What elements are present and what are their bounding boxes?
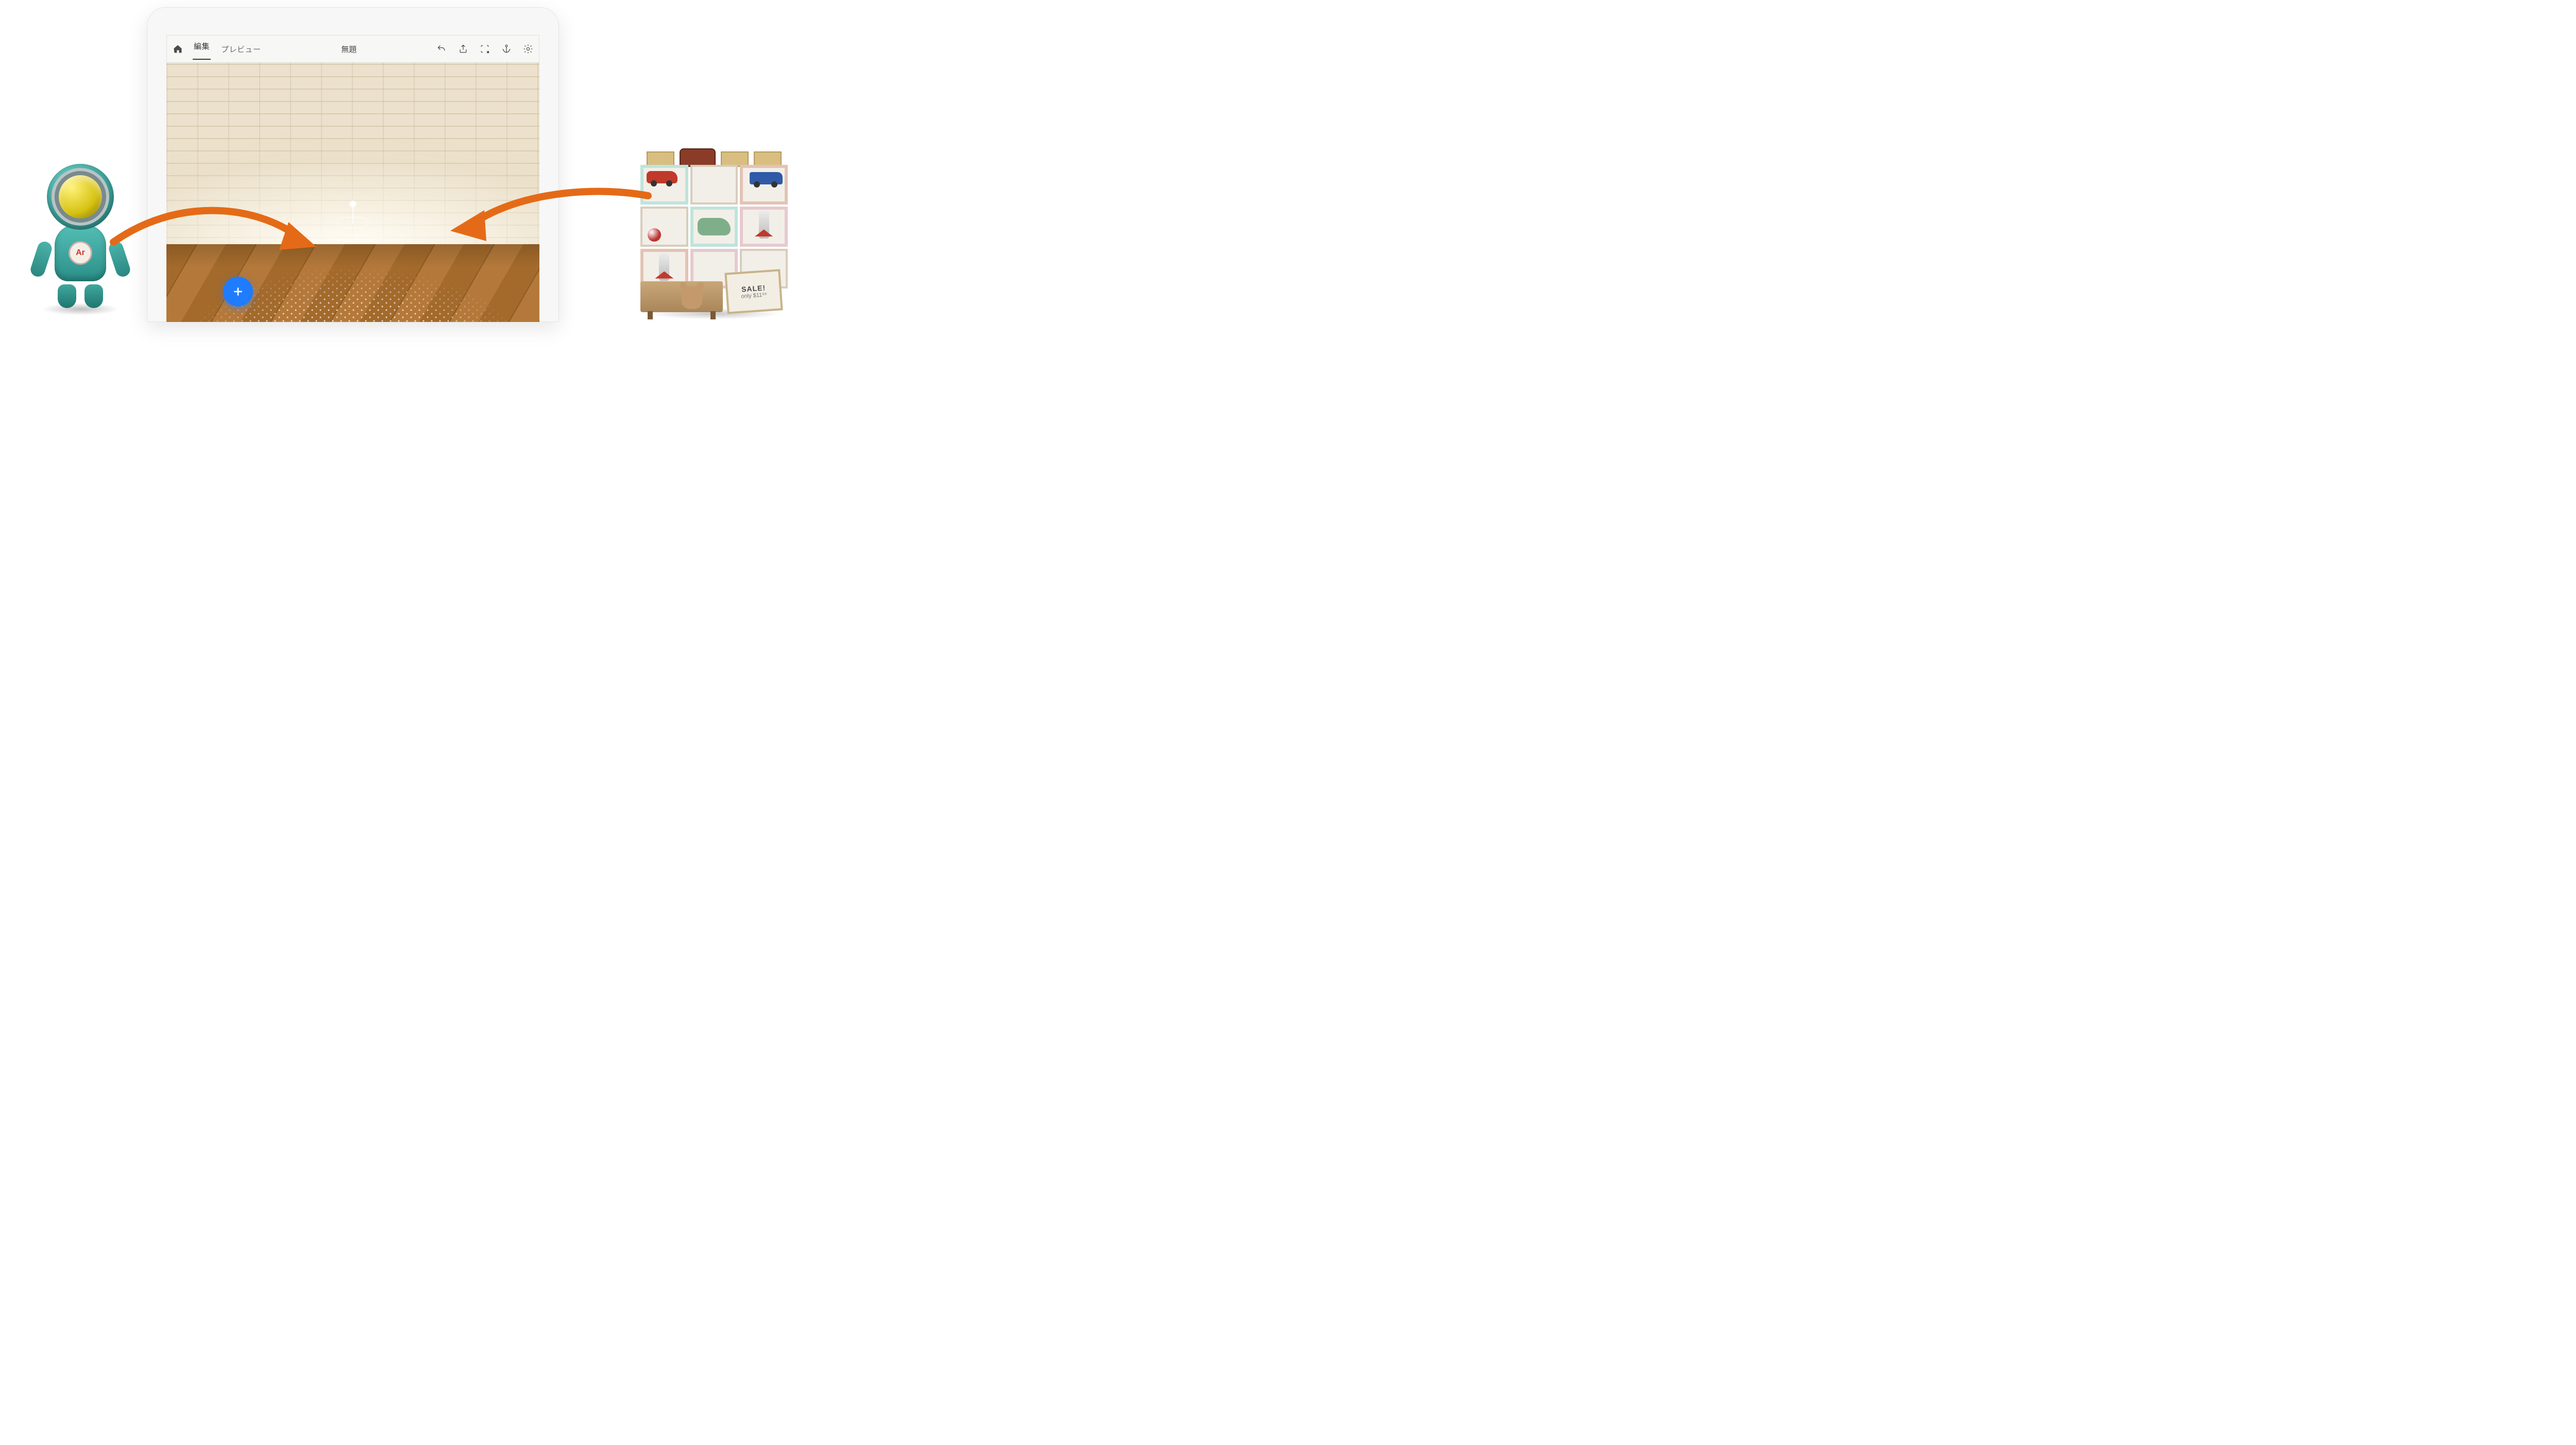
- sale-card-line2: only $11⁹⁹: [741, 292, 767, 299]
- shelf-cell: [690, 165, 738, 205]
- toolbar-right: [436, 43, 534, 55]
- astronaut-arm-right: [107, 240, 132, 278]
- undo-icon[interactable]: [436, 43, 447, 55]
- toy-car-icon: [647, 171, 677, 183]
- sale-card: SALE! only $11⁹⁹: [724, 269, 783, 314]
- anchor-icon[interactable]: [501, 43, 512, 55]
- toy-rocket-icon: [759, 210, 769, 239]
- astronaut-badge: Ar: [69, 241, 92, 265]
- scene-anchor-pin[interactable]: [352, 206, 353, 223]
- ar-canvas[interactable]: [166, 63, 539, 322]
- select-area-icon[interactable]: [479, 43, 490, 55]
- ground-plane-grid: [189, 224, 517, 322]
- astronaut-visor: [55, 171, 106, 223]
- tab-edit[interactable]: 編集: [193, 39, 211, 60]
- astronaut-leg-right: [84, 284, 103, 308]
- toy-rocket-icon: [659, 252, 669, 281]
- asset-shadow: [42, 303, 119, 315]
- toolbar-left: 編集 プレビュー: [172, 39, 262, 60]
- shelf-base: SALE! only $11⁹⁹: [637, 285, 791, 312]
- shelf-cell: [640, 165, 688, 205]
- astronaut-leg-left: [58, 284, 76, 308]
- shelf-cell: [690, 207, 738, 246]
- app-screen: 編集 プレビュー 無題: [166, 35, 539, 322]
- shelf-cell: [640, 207, 688, 246]
- trunk-icon: [680, 148, 716, 167]
- share-icon[interactable]: [457, 43, 469, 55]
- toy-ball-icon: [648, 228, 661, 242]
- document-title: 無題: [262, 44, 436, 55]
- home-icon[interactable]: [172, 43, 183, 55]
- toy-dino-icon: [698, 218, 731, 235]
- shelf-top-boxes: [637, 142, 791, 167]
- gear-icon[interactable]: [522, 43, 534, 55]
- app-toolbar: 編集 プレビュー 無題: [166, 35, 539, 63]
- toy-truck-icon: [750, 172, 783, 184]
- tablet-mock: 編集 プレビュー 無題: [147, 7, 559, 322]
- toy-teddy-icon: [682, 286, 702, 309]
- add-object-button[interactable]: [223, 277, 253, 307]
- astronaut-arm-left: [29, 240, 54, 278]
- toy-bench: [640, 281, 723, 312]
- shelf-cell: [740, 207, 788, 246]
- asset-astronaut[interactable]: Ar: [29, 164, 132, 308]
- shelf-cell: [740, 165, 788, 205]
- asset-toy-shelf[interactable]: SALE! only $11⁹⁹: [637, 142, 791, 312]
- tab-preview[interactable]: プレビュー: [220, 42, 262, 57]
